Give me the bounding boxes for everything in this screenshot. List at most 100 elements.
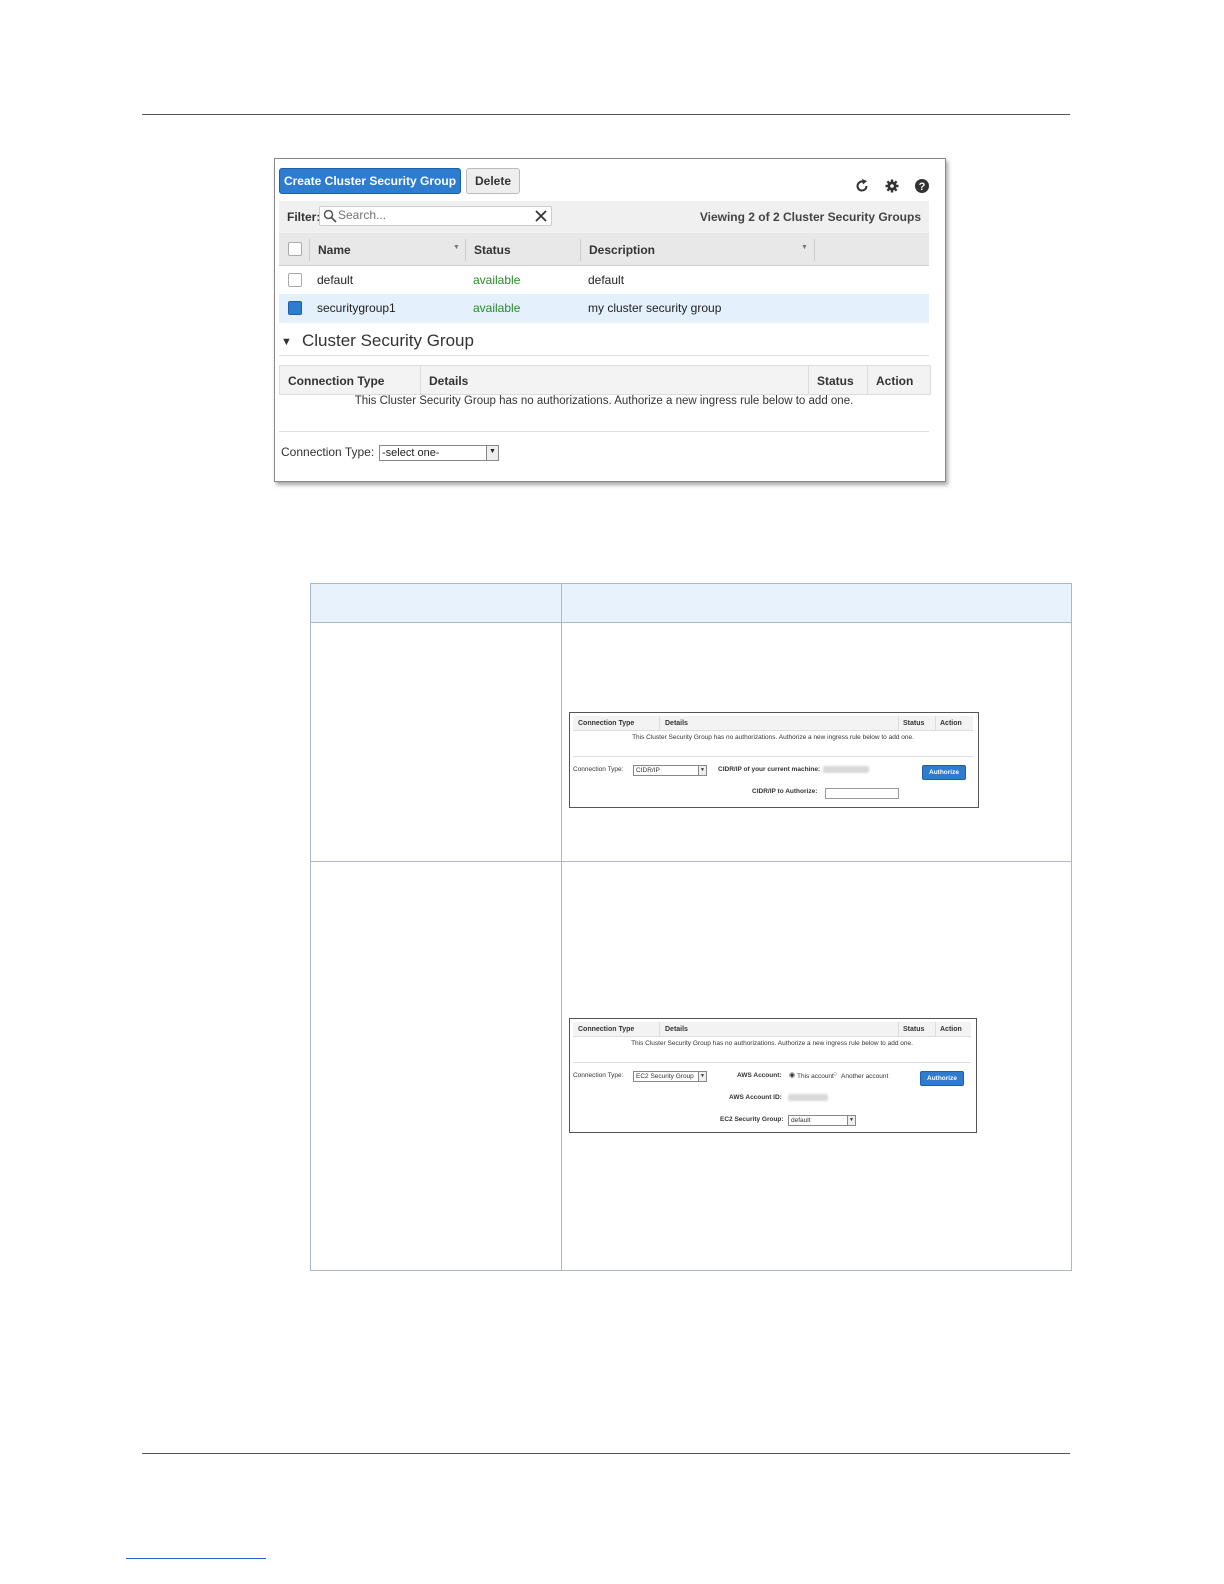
collapse-triangle-icon[interactable]: ▼ [281,336,292,348]
svg-text:?: ? [919,181,926,193]
column-header-description[interactable]: Description [589,243,655,257]
refresh-icon[interactable] [854,178,870,194]
select-all-checkbox[interactable] [288,242,302,256]
search-box[interactable] [319,206,552,226]
viewing-count: Viewing 2 of 2 Cluster Security Groups [699,210,921,224]
column-separator [867,366,868,394]
column-header-connection-type: Connection Type [288,374,385,388]
authorize-button[interactable]: Authorize [920,1071,964,1086]
table-row[interactable]: securitygroup1 available my cluster secu… [279,294,929,323]
column-header-details: Details [429,374,469,388]
empty-authorizations-message: This Cluster Security Group has no autho… [354,395,854,407]
row-name: default [317,273,354,287]
row-description: my cluster security group [588,301,722,315]
aws-account-label: AWS Account: [737,1072,782,1079]
help-icon[interactable]: ? [914,178,930,194]
column-separator [420,366,421,394]
chevron-down-icon: ▼ [698,1072,706,1081]
column-separator [935,716,936,730]
filter-bar: Filter: Viewing 2 of 2 Cluster Security … [279,201,929,234]
sort-icon[interactable]: ▼ [801,244,808,251]
row-status: available [473,273,521,287]
cidr-ip-input[interactable] [825,788,899,799]
bottom-rule [142,1453,1070,1454]
mini-divider [573,1062,971,1063]
section-divider [279,431,929,432]
ec2-security-group-label: EC2 Security Group: [720,1116,784,1123]
column-separator [898,1022,899,1036]
row-checkbox[interactable] [288,273,302,287]
row-name: securitygroup1 [317,301,396,315]
mini-col-connection-type: Connection Type [578,720,635,727]
ec2-security-group-select[interactable]: default ▼ [788,1115,856,1126]
row-status: available [473,301,521,315]
mini-connection-type-label: Connection Type: [573,1072,624,1079]
table-header-row [311,584,1071,623]
column-separator [814,239,815,261]
current-machine-label: CIDR/IP of your current machine: [718,766,821,773]
chevron-down-icon: ▼ [847,1116,855,1125]
table-row[interactable]: default available default [279,266,929,295]
search-icon [323,209,337,223]
mini-table-header: Connection Type Details Status Action [573,1022,971,1037]
aws-account-id-label: AWS Account ID: [729,1094,782,1101]
column-separator [659,716,660,730]
redacted-ip [823,766,869,773]
this-account-radio-icon[interactable]: ◉ [789,1071,795,1079]
column-header-name[interactable]: Name [318,243,351,257]
chevron-down-icon: ▼ [698,766,706,775]
connection-type-label: Connection Type: [281,445,375,459]
authorize-button[interactable]: Authorize [922,765,966,780]
clear-search-icon[interactable] [535,210,547,222]
chevron-down-icon: ▼ [486,446,498,460]
delete-button[interactable]: Delete [466,168,520,194]
mini-connection-type-select[interactable]: EC2 Security Group ▼ [633,1071,707,1082]
mini-col-action: Action [940,720,962,727]
cluster-security-groups-screenshot: Create Cluster Security Group Delete ? F… [274,158,946,482]
mini-connection-type-label: Connection Type: [573,766,624,773]
row-checkbox[interactable] [288,301,302,315]
mini-divider [573,756,973,757]
section-divider [279,355,929,356]
this-account-label: This account [797,1073,834,1080]
column-header-action: Action [876,374,914,388]
redacted-account-id [788,1094,828,1101]
column-separator [935,1022,936,1036]
mini-col-connection-type: Connection Type [578,1026,635,1033]
column-divider [561,584,562,1270]
mini-empty-message: This Cluster Security Group has no autho… [632,734,914,741]
column-separator [898,716,899,730]
cidr-ip-screenshot: Connection Type Details Status Action Th… [569,712,979,808]
cidr-ip-to-authorize-label: CIDR/IP to Authorize: [752,788,818,795]
connection-type-select[interactable]: -select one- ▼ [379,445,499,461]
section-title: Cluster Security Group [302,331,474,350]
ec2-security-group-value: default [791,1117,811,1124]
mini-col-status: Status [903,1026,925,1033]
column-separator [808,366,809,394]
row-divider [311,861,1071,862]
search-input[interactable] [338,207,528,223]
sort-icon[interactable]: ▼ [453,244,460,251]
mini-connection-type-value: EC2 Security Group [636,1073,694,1080]
connection-type-value: -select one- [382,447,440,459]
mini-connection-type-select[interactable]: CIDR/IP ▼ [633,765,707,776]
column-separator [465,239,466,261]
another-account-label: Another account [841,1073,889,1080]
top-rule [142,114,1070,115]
create-cluster-security-group-button[interactable]: Create Cluster Security Group [279,168,461,194]
another-account-radio-icon[interactable]: ○ [833,1071,837,1078]
column-header-status[interactable]: Status [474,243,511,257]
authorization-table-header: Connection Type Details Status Action [279,365,931,395]
footer-link-underline [126,1558,266,1559]
connection-types-table: Connection Type Details Status Action Th… [310,583,1072,1271]
filter-label: Filter: [287,210,321,224]
mini-col-action: Action [940,1026,962,1033]
ec2-security-group-screenshot: Connection Type Details Status Action Th… [569,1018,977,1133]
table-header: Name ▼ Status Description ▼ [279,233,929,266]
mini-table-header: Connection Type Details Status Action [573,716,973,731]
gear-icon[interactable] [884,178,900,194]
column-separator [659,1022,660,1036]
mini-connection-type-value: CIDR/IP [636,767,660,774]
row-description: default [588,273,625,287]
mini-empty-message: This Cluster Security Group has no autho… [631,1040,913,1047]
